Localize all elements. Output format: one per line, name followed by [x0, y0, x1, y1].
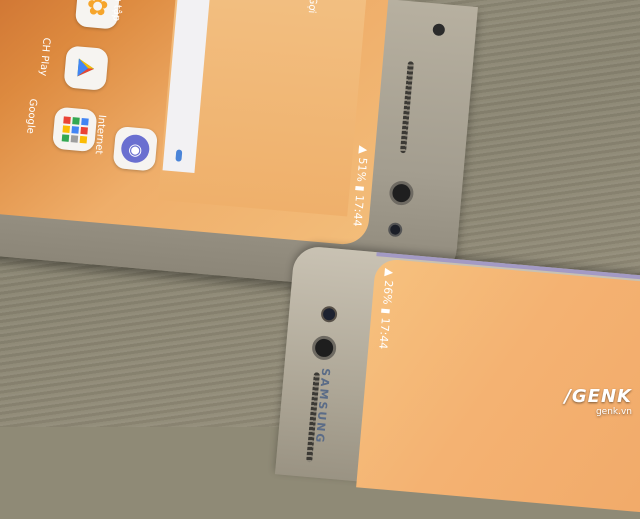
mic-icon[interactable]	[175, 149, 183, 162]
front-camera	[388, 180, 415, 207]
google-folder-icon	[61, 115, 89, 143]
front-camera	[311, 334, 338, 361]
internet-icon: ◉	[120, 133, 151, 164]
app-icon-google-folder[interactable]	[51, 106, 98, 153]
app-label-play-store: CH Play	[37, 37, 52, 77]
status-bar-top: ▲ 51% ▮ 17:44	[350, 145, 371, 228]
phone-top-screen: ✿ sửu tập CH Play Google ◉ Internet Gợi	[0, 0, 389, 247]
app-label-gallery: sửu tập	[110, 0, 125, 22]
app-label-google: Google	[24, 98, 39, 135]
earpiece-speaker	[399, 61, 414, 154]
iris-scanner	[387, 222, 403, 238]
app-icon-internet[interactable]: ◉	[112, 125, 159, 172]
watermark-logo: /GENK	[564, 386, 632, 407]
search-hint-text: Gợi	[305, 0, 319, 14]
phone-bottom: ▲ 26% ▮ 17:44 SAMSUNG	[274, 245, 640, 519]
genk-watermark: /GENK genk.vn	[564, 386, 632, 417]
flower-icon: ✿	[85, 0, 110, 23]
play-store-icon	[77, 58, 95, 77]
watermark-site: genk.vn	[595, 407, 632, 417]
phone-top: ✿ sửu tập CH Play Google ◉ Internet Gợi	[0, 0, 478, 296]
iris-scanner	[320, 305, 338, 323]
proximity-sensor	[432, 23, 446, 37]
app-label-internet: Internet	[92, 114, 108, 155]
app-icon-play-store[interactable]	[63, 45, 109, 91]
